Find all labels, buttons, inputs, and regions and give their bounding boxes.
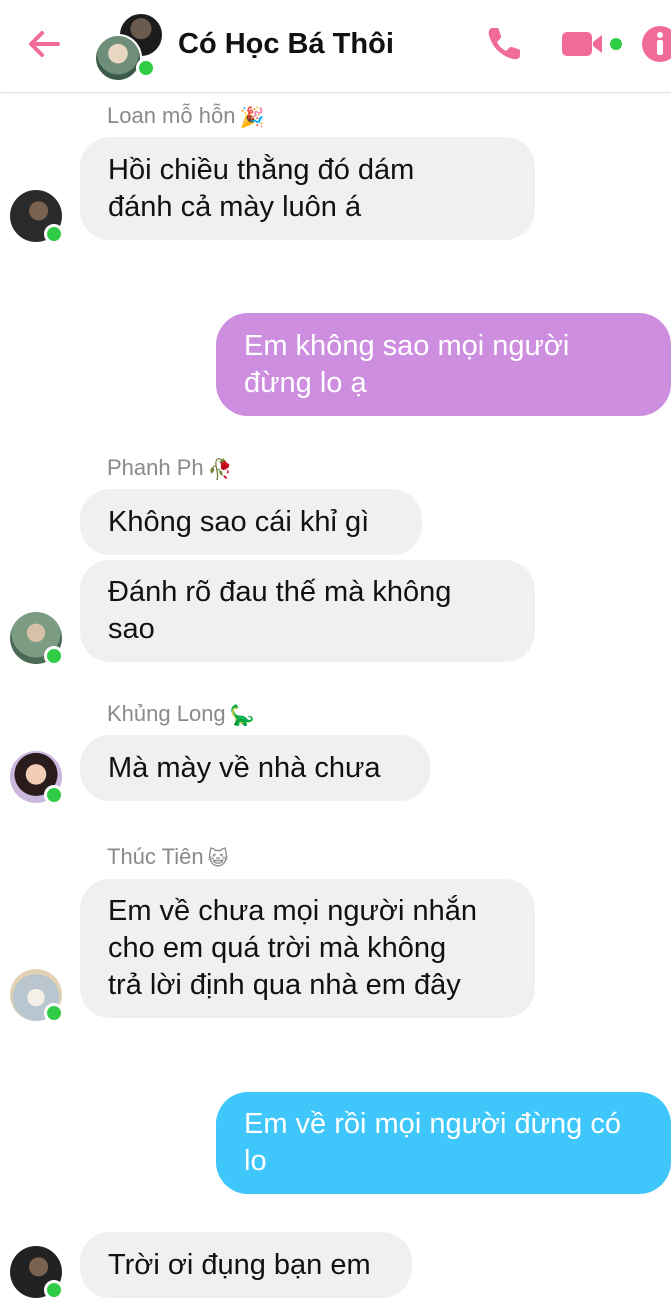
back-arrow-icon[interactable]	[22, 22, 66, 66]
sender-avatar[interactable]	[10, 969, 64, 1023]
sender-name: Thúc Tiên 😺	[107, 844, 229, 870]
sender-name: Phanh Ph 🥀	[107, 455, 233, 481]
sender-name: Loan mỗ hỗn 🎉	[107, 103, 265, 129]
message-text: Em về rồi mọi người đừng có	[244, 1108, 621, 1140]
online-indicator	[44, 646, 64, 666]
message-text: đánh cả mày luôn á	[108, 190, 362, 223]
sender-name: Khủng Long 🦕	[107, 701, 255, 727]
message-text: đừng lo ạ	[244, 366, 367, 399]
info-icon[interactable]	[638, 22, 671, 66]
video-camera-icon[interactable]	[558, 22, 628, 66]
message-text: Mà mày về nhà chưa	[108, 751, 381, 784]
sender-avatar[interactable]	[10, 751, 64, 805]
online-indicator	[44, 1003, 64, 1023]
smiling-cat-emoji: 😺	[207, 847, 229, 870]
message-text: trả lời định qua nhà em đây	[108, 969, 461, 1001]
message-bubble[interactable]: Không sao cái khỉ gì	[80, 489, 422, 555]
message-bubble[interactable]: Em về chưa mọi người nhắn cho em quá trờ…	[80, 879, 535, 1018]
message-text: Trời ơi đụng bạn em	[108, 1248, 371, 1281]
phone-icon[interactable]	[482, 22, 526, 66]
message-text: Em không sao mọi người	[244, 329, 570, 362]
member-avatar	[94, 34, 142, 82]
message-text: Hồi chiều thằng đó dám	[108, 153, 415, 186]
online-indicator	[44, 1280, 64, 1300]
message-text: cho em quá trời mà không	[108, 932, 447, 964]
chat-header: Có Học Bá Thôi	[0, 0, 671, 93]
message-text: Đánh rõ đau thế mà không	[108, 576, 452, 608]
message-bubble[interactable]: Trời ơi đụng bạn em	[80, 1232, 412, 1298]
message-bubble[interactable]: Đánh rõ đau thế mà không sao	[80, 560, 535, 662]
message-text: lo	[244, 1145, 267, 1177]
message-bubble[interactable]: Hồi chiều thằng đó dám đánh cả mày luôn …	[80, 137, 535, 240]
message-text: Không sao cái khỉ gì	[108, 505, 370, 538]
message-bubble[interactable]: Mà mày về nhà chưa	[80, 735, 430, 801]
online-indicator	[44, 785, 64, 805]
wilted-rose-emoji: 🥀	[207, 458, 233, 481]
chat-title[interactable]: Có Học Bá Thôi	[178, 28, 394, 61]
party-popper-emoji: 🎉	[239, 106, 265, 129]
dinosaur-emoji: 🦕	[229, 704, 255, 727]
sender-avatar[interactable]	[10, 190, 64, 244]
message-text: sao	[108, 613, 155, 645]
sender-avatar[interactable]	[10, 612, 64, 666]
outgoing-message-bubble[interactable]: Em về rồi mọi người đừng có lo	[216, 1092, 671, 1194]
outgoing-message-bubble[interactable]: Em không sao mọi người đừng lo ạ	[216, 313, 671, 416]
group-avatar[interactable]	[94, 12, 164, 82]
sender-avatar[interactable]	[10, 1246, 64, 1300]
online-indicator	[136, 58, 156, 78]
message-text: Em về chưa mọi người nhắn	[108, 895, 477, 927]
online-indicator	[44, 224, 64, 244]
